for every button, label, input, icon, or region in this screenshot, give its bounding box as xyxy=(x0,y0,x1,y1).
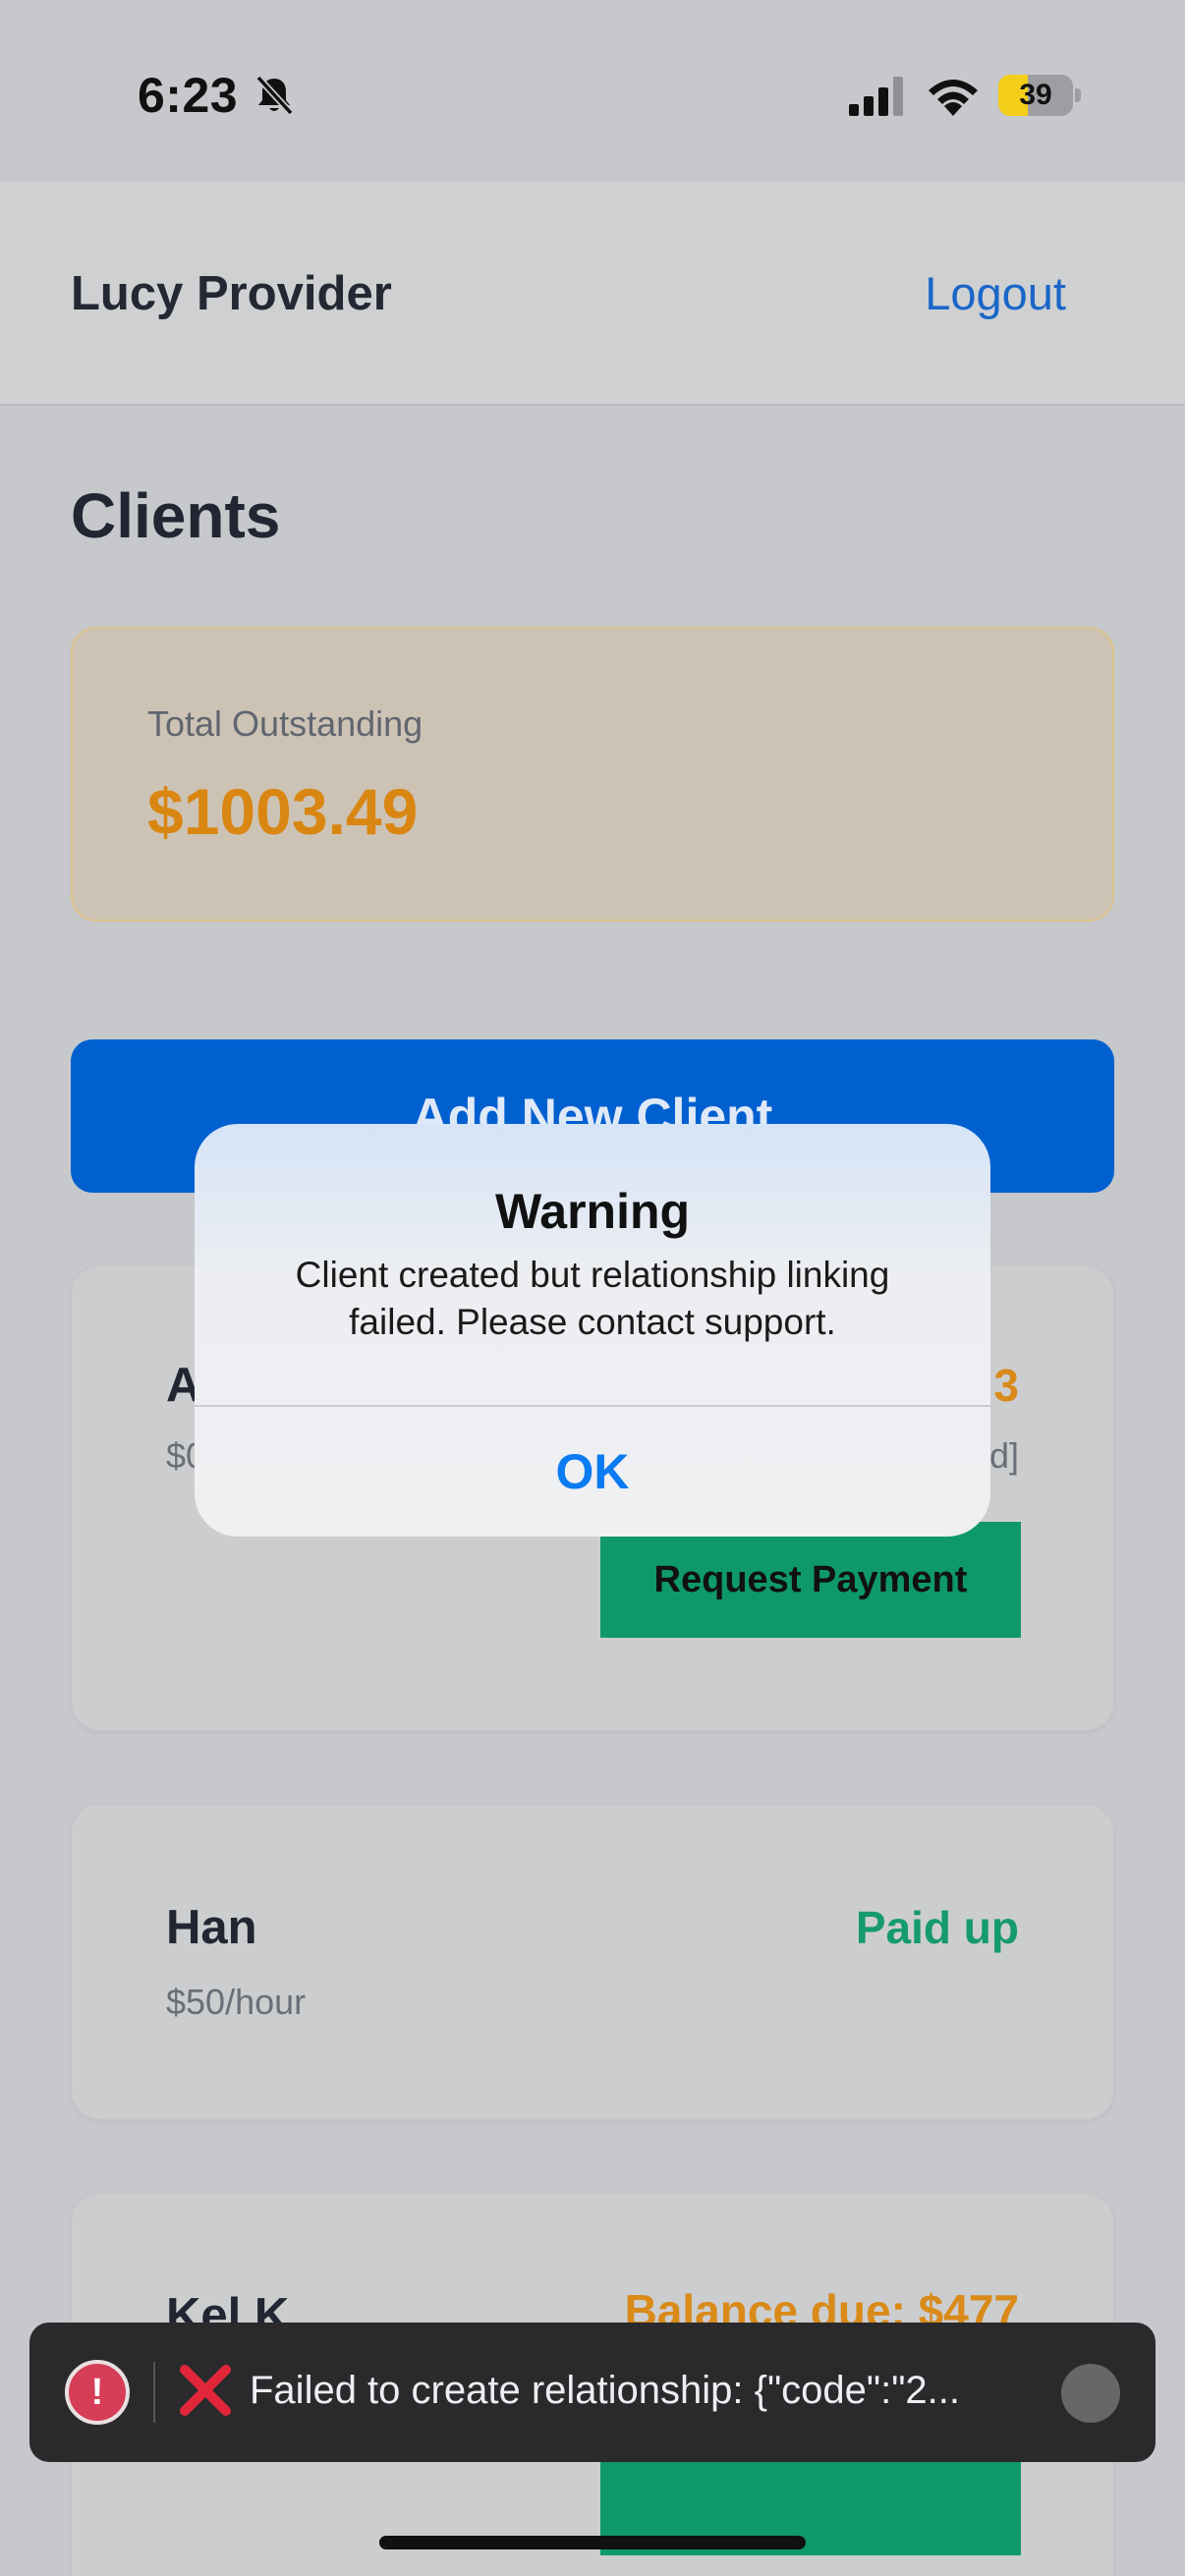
bell-slash-icon xyxy=(255,75,294,116)
x-mark-icon xyxy=(180,2365,231,2416)
home-indicator xyxy=(379,2536,806,2549)
warning-alert-dialog: Warning Client created but relationship … xyxy=(195,1124,990,1537)
battery-level: 39 xyxy=(1019,79,1052,111)
battery-body: 39 xyxy=(998,75,1073,116)
total-outstanding-card: Total Outstanding $1003.49 xyxy=(71,627,1114,922)
page-title: Clients xyxy=(71,480,281,551)
client-name: Han xyxy=(166,1901,257,1954)
status-bar: 6:23 39 xyxy=(0,0,1185,182)
client-rate: $50/hour xyxy=(166,1982,307,2022)
client-balance-status: 3 xyxy=(993,1360,1019,1411)
client-paid-status: Paid up xyxy=(855,1902,1019,1953)
toast-divider xyxy=(153,2362,155,2423)
battery-icon: 39 xyxy=(998,75,1081,116)
wifi-icon xyxy=(929,80,978,116)
request-payment-button[interactable]: Request Payment xyxy=(600,1522,1021,1638)
app-header: Lucy Provider Logout xyxy=(0,182,1185,406)
total-outstanding-value: $1003.49 xyxy=(147,775,419,848)
total-outstanding-label: Total Outstanding xyxy=(147,703,423,744)
alert-ok-button[interactable]: OK xyxy=(195,1407,990,1537)
toast-message: Failed to create relationship: {"code":"… xyxy=(250,2369,961,2412)
dismiss-icon[interactable] xyxy=(1061,2364,1120,2423)
cellular-signal-icon xyxy=(849,77,903,116)
client-card[interactable]: Han $50/hour Paid up xyxy=(71,1804,1114,2120)
client-status-note: d] xyxy=(988,1435,1019,1476)
provider-name: Lucy Provider xyxy=(71,267,392,320)
error-icon: ! xyxy=(65,2360,130,2425)
error-toast[interactable]: ! Failed to create relationship: {"code"… xyxy=(29,2323,1156,2462)
status-time: 6:23 xyxy=(138,68,239,123)
app-screen: 6:23 39 Lucy Provider Logout Clients Tot… xyxy=(0,0,1185,2576)
battery-cap xyxy=(1075,88,1081,102)
alert-title: Warning xyxy=(494,1184,691,1239)
logout-link[interactable]: Logout xyxy=(925,266,1066,320)
alert-message: Client created but relationship linking … xyxy=(295,1255,890,1342)
